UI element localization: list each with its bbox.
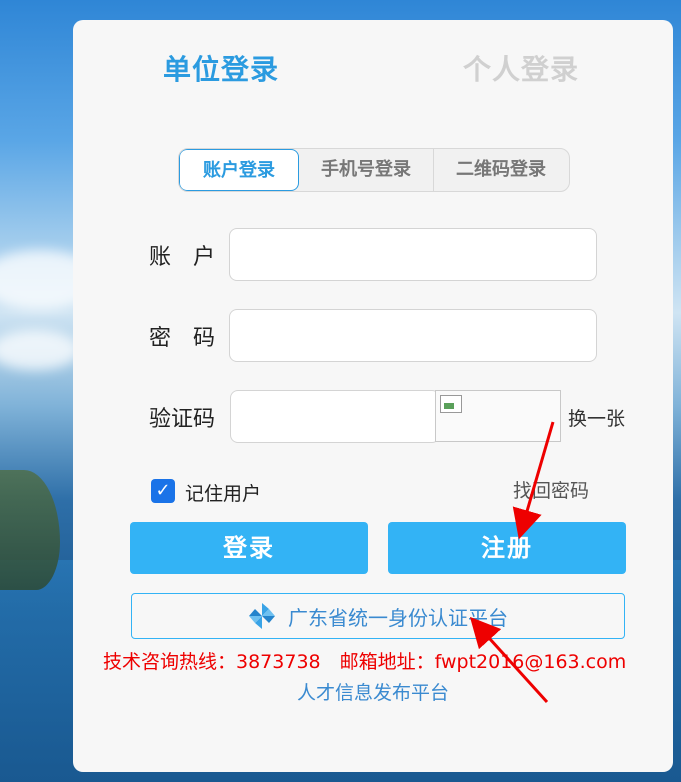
remember-label: 记住用户 bbox=[185, 483, 262, 505]
checkmark-icon: ✓ bbox=[155, 480, 171, 501]
account-input[interactable] bbox=[229, 228, 597, 281]
unified-auth-label: 广东省统一身份认证平台 bbox=[288, 605, 508, 630]
register-button[interactable]: 注册 bbox=[388, 522, 626, 574]
login-method-segmented-control: 账户登录 手机号登录 二维码登录 bbox=[178, 148, 570, 192]
password-label: 密 码 bbox=[149, 326, 216, 351]
account-label: 账 户 bbox=[149, 245, 216, 270]
login-panel: 单位登录 个人登录 账户登录 手机号登录 二维码登录 账 户 密 码 验证码 换… bbox=[73, 20, 673, 772]
login-type-tabs: 单位登录 个人登录 bbox=[73, 48, 673, 88]
unified-auth-button[interactable]: 广东省统一身份认证平台 bbox=[131, 593, 625, 639]
segment-phone-login[interactable]: 手机号登录 bbox=[299, 149, 433, 191]
captcha-input[interactable] bbox=[230, 390, 440, 443]
login-button[interactable]: 登录 bbox=[130, 522, 368, 574]
password-input[interactable] bbox=[229, 309, 597, 362]
remember-checkbox[interactable]: ✓ bbox=[151, 479, 175, 503]
segment-account-login[interactable]: 账户登录 bbox=[179, 149, 299, 191]
tab-personal-login[interactable]: 个人登录 bbox=[463, 48, 579, 88]
pinwheel-icon bbox=[249, 603, 275, 629]
forgot-password-link[interactable]: 找回密码 bbox=[513, 476, 589, 503]
support-hotline: 技术咨询热线：3873738 邮箱地址：fwpt2016@163.com bbox=[103, 651, 627, 673]
refresh-captcha-link[interactable]: 换一张 bbox=[568, 404, 625, 431]
tab-unit-login[interactable]: 单位登录 bbox=[163, 48, 279, 88]
segment-qrcode-login[interactable]: 二维码登录 bbox=[434, 149, 568, 191]
broken-image-icon bbox=[440, 395, 462, 413]
talent-platform-link[interactable]: 人才信息发布平台 bbox=[73, 678, 673, 705]
captcha-image[interactable] bbox=[435, 390, 561, 442]
captcha-label: 验证码 bbox=[149, 407, 216, 432]
